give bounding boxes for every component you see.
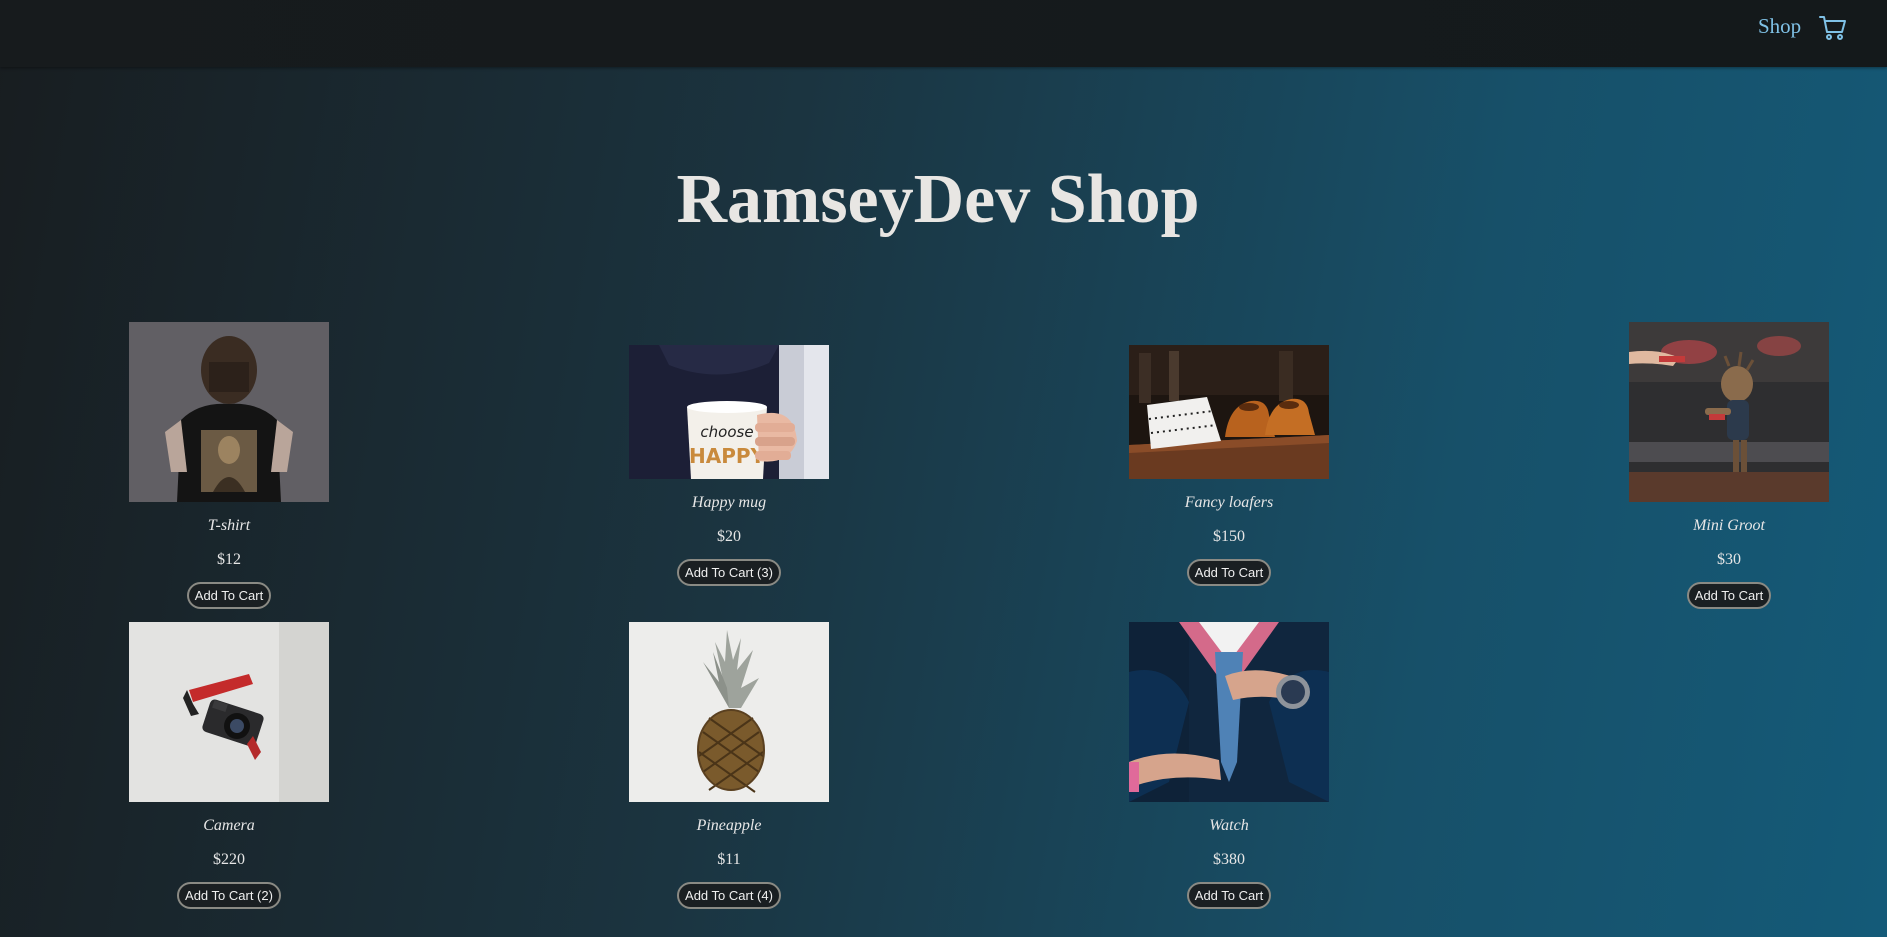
product-card: Camera $220 Add To Cart (2) <box>119 622 339 909</box>
pineapple-photo <box>629 622 829 802</box>
svg-text:choose: choose <box>700 423 753 441</box>
add-to-cart-button[interactable]: Add To Cart <box>1686 582 1772 609</box>
add-to-cart-button[interactable]: Add To Cart (2) <box>177 882 281 909</box>
nav-link-shop[interactable]: Shop <box>1758 14 1801 39</box>
product-card: Watch $380 Add To Cart <box>1119 622 1339 909</box>
add-to-cart-button[interactable]: Add To Cart (4) <box>677 882 781 909</box>
product-name: Happy mug <box>691 494 767 511</box>
add-to-cart-button[interactable]: Add To Cart <box>186 582 272 609</box>
product-price: $380 <box>1213 851 1245 868</box>
svg-text:HAPPY: HAPPY <box>689 444 766 468</box>
product-card: Pineapple $11 Add To Cart (4) <box>619 622 839 909</box>
product-price: $20 <box>717 528 741 545</box>
fancy-loafers-photo <box>1129 345 1329 479</box>
camera-photo <box>129 622 329 802</box>
add-to-cart-button[interactable]: Add To Cart <box>1186 882 1272 909</box>
add-to-cart-button[interactable]: Add To Cart <box>1186 559 1272 586</box>
product-name: Fancy loafers <box>1184 494 1274 511</box>
product-price: $12 <box>217 551 241 568</box>
product-price: $220 <box>213 851 245 868</box>
product-card: T-shirt $12 Add To Cart <box>119 322 339 609</box>
happy-mug-photo: choose HAPPY <box>629 345 829 479</box>
product-card: Mini Groot $30 Add To Cart <box>1619 322 1839 609</box>
navbar: Shop <box>0 0 1887 67</box>
product-card: choose HAPPY Happy mug $20 Add To Cart (… <box>619 345 839 586</box>
product-name: Pineapple <box>696 817 762 834</box>
product-name: Mini Groot <box>1693 517 1765 534</box>
product-price: $30 <box>1717 551 1741 568</box>
add-to-cart-button[interactable]: Add To Cart (3) <box>677 559 781 586</box>
shopping-cart-icon[interactable] <box>1818 12 1848 42</box>
product-name: Camera <box>203 817 255 834</box>
product-card: Fancy loafers $150 Add To Cart <box>1119 345 1339 586</box>
page-title: RamseyDev Shop <box>676 161 1200 238</box>
watch-photo <box>1129 622 1329 802</box>
product-price: $11 <box>717 851 741 868</box>
product-price: $150 <box>1213 528 1245 545</box>
mini-groot-photo <box>1629 322 1829 502</box>
product-name: T-shirt <box>207 517 251 534</box>
t-shirt-photo <box>129 322 329 502</box>
product-name: Watch <box>1209 817 1249 834</box>
